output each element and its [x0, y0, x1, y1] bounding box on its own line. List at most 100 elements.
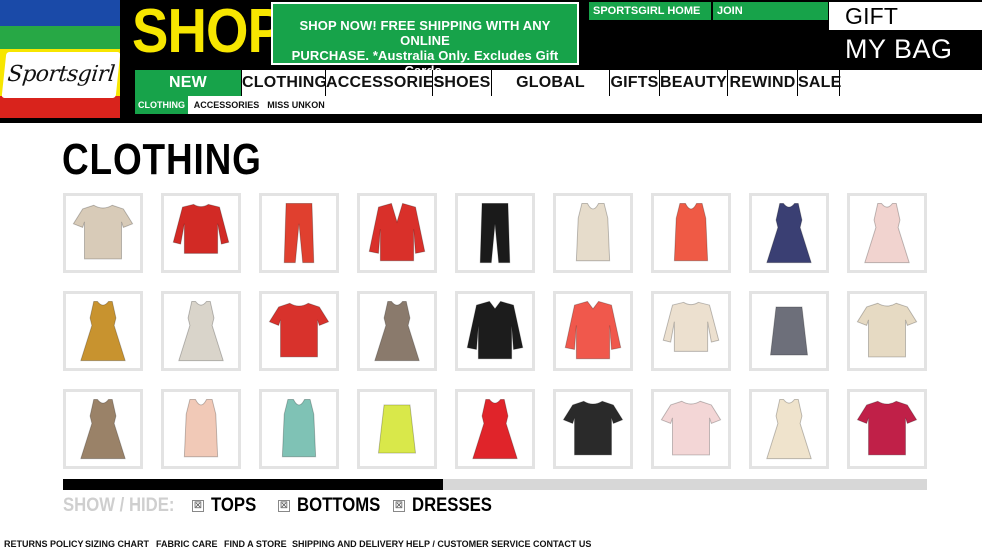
gift-cards-link[interactable]: GIFT CARDS [829, 2, 982, 57]
product-thumbnail-red-pants[interactable] [259, 193, 339, 273]
product-thumbnail-print-dress[interactable] [63, 291, 143, 371]
garment-image [283, 202, 315, 264]
product-thumbnail-coral-lace-tank[interactable] [651, 193, 731, 273]
product-thumbnail-rose-print-cami[interactable] [161, 389, 241, 469]
garment-image [178, 300, 224, 362]
footer-sizing-chart[interactable]: SIZING CHART [85, 538, 149, 551]
sportsgirl-home-link[interactable]: SPORTSGIRL HOME [589, 2, 711, 20]
logo-stripe-red [0, 96, 120, 118]
product-thumbnail-floral-boxy-tee[interactable] [651, 389, 731, 469]
logo-stripe-green [0, 26, 120, 49]
horizontal-scrollbar[interactable] [63, 479, 927, 490]
logo-wordmark: Sportsgirl [1, 52, 120, 98]
top-links: SPORTSGIRL HOME JOIN [589, 2, 828, 20]
garment-image [368, 202, 426, 262]
garment-image [575, 202, 611, 262]
nav-shoes[interactable]: SHOES [433, 70, 492, 96]
nav-clothing[interactable]: CLOTHING [242, 70, 327, 96]
footer-links: RETURNS POLICY SIZING CHART FABRIC CARE FIN… [0, 538, 982, 551]
product-thumbnail-red-blazer[interactable] [357, 193, 437, 273]
product-thumbnail-red-skater-dress[interactable] [455, 389, 535, 469]
nav-accessories[interactable]: ACCESSORIES [326, 70, 444, 96]
footer-contact-us[interactable]: CONTACT US [533, 538, 591, 551]
footer-fabric-care[interactable]: FABRIC CARE [156, 538, 218, 551]
checkbox-icon[interactable]: ⊠ [393, 500, 405, 512]
garment-image [766, 398, 812, 460]
product-thumbnail-black-pants[interactable] [455, 193, 535, 273]
product-thumbnail-red-knit-jumper[interactable] [161, 193, 241, 273]
garment-image [183, 398, 219, 458]
scrollbar-thumb[interactable] [63, 479, 444, 490]
join-link[interactable]: JOIN [713, 2, 828, 20]
garment-image [377, 404, 417, 454]
garment-image [562, 400, 624, 456]
checkbox-icon[interactable]: ⊠ [192, 500, 204, 512]
filter-label: SHOW / HIDE: [63, 495, 175, 516]
shop-title[interactable]: SHOP [132, 0, 284, 66]
product-thumbnail-sequin-slip-dress[interactable] [161, 291, 241, 371]
product-thumbnail-black-sheer-shirt[interactable] [455, 291, 535, 371]
garment-image [472, 398, 518, 460]
garment-image [72, 204, 134, 260]
product-thumbnail-magenta-tee[interactable] [847, 389, 927, 469]
filter-bottoms-label: BOTTOMS [297, 495, 381, 516]
footer-help-customer-service[interactable]: HELP / CUSTOMER SERVICE [406, 538, 531, 551]
footer-shipping-and-delivery[interactable]: SHIPPING AND DELIVERY [292, 538, 404, 551]
garment-image [80, 398, 126, 460]
checkbox-icon[interactable]: ⊠ [278, 500, 290, 512]
page-title: CLOTHING [62, 135, 262, 184]
site-header: Sportsgirl SHOP SHOP NOW! FREE SHIPPING … [0, 0, 982, 123]
garment-image [864, 202, 910, 264]
garment-image [856, 400, 918, 456]
garment-image [564, 300, 622, 360]
product-thumbnail-lime-bandage-skirt[interactable] [357, 389, 437, 469]
product-thumbnail-cream-stripe-tank[interactable] [553, 193, 633, 273]
sportsgirl-logo[interactable]: Sportsgirl [0, 0, 120, 118]
garment-image [769, 306, 809, 356]
nav-beauty[interactable]: BEAUTY [660, 70, 728, 96]
my-bag-link[interactable]: MY BAG [845, 32, 953, 66]
product-thumbnail-fringe-knit-top[interactable] [651, 291, 731, 371]
product-thumbnail-coral-shirt[interactable] [553, 291, 633, 371]
garment-image [466, 300, 524, 360]
garment-image [374, 300, 420, 362]
filter-dresses-label: DRESSES [412, 495, 492, 516]
filter-tops-label: TOPS [211, 495, 257, 516]
garment-image [660, 400, 722, 456]
product-thumbnail-floral-tea-dress[interactable] [63, 389, 143, 469]
garment-image [766, 202, 812, 264]
product-thumbnail-stripe-print-tee[interactable] [553, 389, 633, 469]
product-thumbnail-cream-lace-dress[interactable] [749, 389, 829, 469]
nav-new-arrivals[interactable]: NEW ARRIVALS [135, 70, 242, 117]
product-thumbnail-sequin-top[interactable] [63, 193, 143, 273]
free-shipping-banner[interactable]: SHOP NOW! FREE SHIPPING WITH ANY ONLINE … [271, 2, 579, 78]
footer-find-a-store[interactable]: FIND A STORE [224, 538, 287, 551]
promo-line-1: SHOP NOW! FREE SHIPPING WITH ANY ONLINE [299, 18, 551, 48]
product-thumbnail-stripe-skirt[interactable] [749, 291, 829, 371]
main-nav: NEW ARRIVALSCLOTHINGACCESSORIESSHOESGLOB… [135, 70, 982, 117]
garment-image [673, 202, 709, 262]
nav-global-trends[interactable]: GLOBAL TRENDS [492, 70, 610, 117]
product-thumbnail-crochet-top[interactable] [847, 291, 927, 371]
garment-image [268, 302, 330, 358]
logo-stripe-blue [0, 0, 120, 26]
nav-rewind[interactable]: REWIND [728, 70, 798, 96]
garment-image [281, 398, 317, 458]
sub-nav: CLOTHING ACCESSORIES MISS UNKON [135, 96, 982, 114]
garment-image [479, 202, 511, 264]
product-thumbnail-mint-tank[interactable] [259, 389, 339, 469]
garment-image [80, 300, 126, 362]
product-thumbnail-stripe-dress[interactable] [749, 193, 829, 273]
garment-image [172, 203, 230, 254]
product-thumbnail-red-sheer-tee[interactable] [259, 291, 339, 371]
footer-returns-policy[interactable]: RETURNS POLICY [4, 538, 84, 551]
product-thumbnail-floral-slip-dress[interactable] [357, 291, 437, 371]
subnav-accessories[interactable]: ACCESSORIES [188, 96, 265, 114]
subnav-clothing[interactable]: CLOTHING [135, 96, 188, 114]
product-thumbnail-floral-dress[interactable] [847, 193, 927, 273]
nav-gifts[interactable]: GIFTS [610, 70, 660, 96]
subnav-miss-unkon[interactable]: MISS UNKON [265, 96, 327, 114]
nav-sale[interactable]: SALE [798, 70, 841, 96]
garment-image [662, 301, 720, 352]
garment-image [856, 302, 918, 358]
